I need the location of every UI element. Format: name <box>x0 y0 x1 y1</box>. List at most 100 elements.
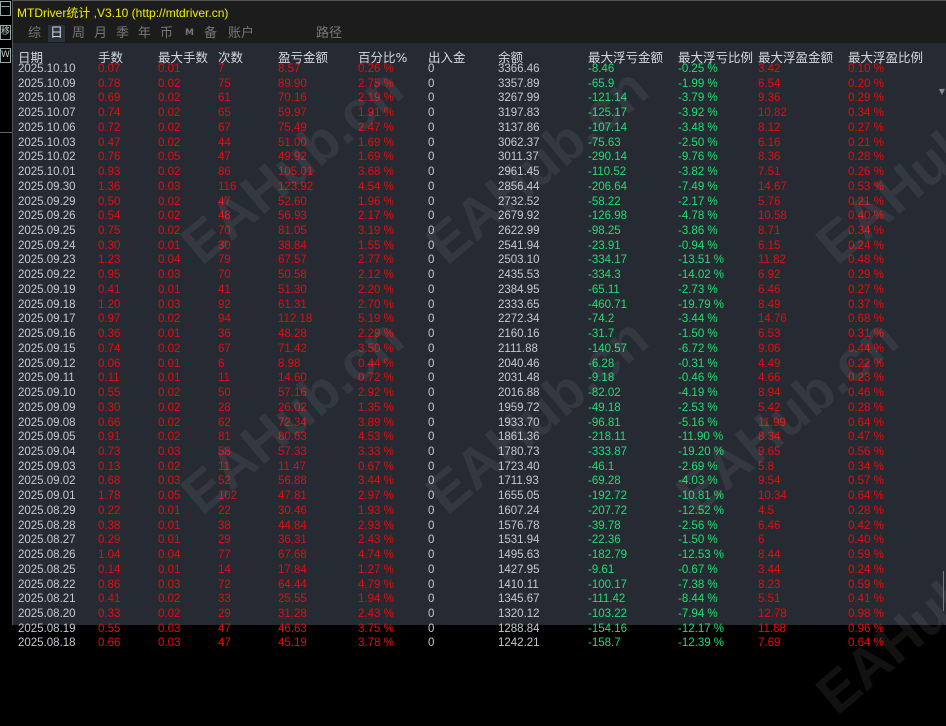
cell-balance: 3011.37 <box>498 151 539 164</box>
table-row[interactable]: 2025.09.29 0.50 0.02 47 52.60 1.96 % 0 2732.52 -… <box>13 195 933 209</box>
table-row[interactable]: 2025.09.02 0.68 0.03 52 56.88 3.44 % 0 1711.93 -… <box>13 474 933 488</box>
tab-path[interactable]: 路径 <box>314 25 344 42</box>
table-row[interactable]: 2025.08.29 0.22 0.01 22 30.46 1.93 % 0 1607.24 -… <box>13 504 933 518</box>
left-button-1[interactable]: 一 <box>0 1 11 16</box>
mtdriver-stats-window: MTDriver统计 ,V3.10 (http://mtdriver.cn) 综… <box>12 0 946 726</box>
table-row[interactable]: 2025.09.03 0.13 0.02 11 11.47 0.67 % 0 1723.40 -… <box>13 460 933 474</box>
cell-max-floating-loss: -65.11 <box>588 283 620 296</box>
table-row[interactable]: 2025.09.19 0.41 0.01 41 51.30 2.20 % 0 2384.95 -… <box>13 283 933 297</box>
tab-backup[interactable]: 备 <box>202 25 219 42</box>
cell-profit: 75.49 <box>278 121 307 134</box>
table-row[interactable]: 2025.09.22 0.95 0.03 70 50.58 2.12 % 0 2435.53 -… <box>13 268 933 282</box>
cell-trades: 28 <box>218 401 231 414</box>
cell-trades: 79 <box>218 254 231 267</box>
cell-balance: 3197.83 <box>498 107 540 120</box>
cell-max-floating-profit: 9.65 <box>758 445 781 458</box>
cell-max-floating-loss-ratio: -5.16 % <box>678 416 718 429</box>
table-row[interactable]: 2025.09.26 0.54 0.02 48 56.93 2.17 % 0 2679.92 -… <box>13 209 933 223</box>
cell-percent: 5.19 % <box>358 313 394 326</box>
table-row[interactable]: 2025.09.15 0.74 0.02 67 71.42 3.50 % 0 2111.88 -… <box>13 342 933 356</box>
cell-lots: 0.29 <box>98 534 121 547</box>
cell-percent: 3.89 % <box>358 416 394 429</box>
table-row[interactable]: 2025.09.01 1.78 0.05 102 47.81 2.97 % 0 1655.05… <box>13 489 933 503</box>
table-row[interactable]: 2025.10.09 0.78 0.02 75 89.90 2.75 % 0 3357.89 -… <box>13 77 933 91</box>
table-row[interactable]: 2025.09.18 1.20 0.03 92 61.31 2.70 % 0 2333.65 -… <box>13 298 933 312</box>
tab-year[interactable]: 年 <box>136 25 153 42</box>
cell-deposit-withdrawal: 0 <box>428 357 435 370</box>
table-row[interactable]: 2025.09.25 0.75 0.02 70 81.05 3.19 % 0 2622.99 -… <box>13 224 933 238</box>
tab-month[interactable]: 月 <box>92 25 109 42</box>
table-row[interactable]: 2025.09.17 0.97 0.02 94 112.18 5.19 % 0 2272.34… <box>13 312 933 326</box>
cell-max-floating-profit: 8.23 <box>758 578 781 591</box>
table-row[interactable]: 2025.09.12 0.06 0.01 6 8.98 0.44 % 0 2040.46 -6.… <box>13 357 933 371</box>
cell-percent: 1.55 % <box>358 239 394 252</box>
tab-account[interactable]: 账户 <box>226 25 256 42</box>
table-row[interactable]: 2025.09.08 0.66 0.02 62 72.34 3.89 % 0 1933.70 -… <box>13 416 933 430</box>
cell-trades: 36 <box>218 328 231 341</box>
table-row[interactable]: 2025.08.27 0.29 0.01 29 36.31 2.43 % 0 1531.94 -… <box>13 533 933 547</box>
tab-m[interactable]: M <box>183 25 196 42</box>
table-row[interactable]: 2025.09.10 0.55 0.02 50 57.16 2.92 % 0 2016.88 -… <box>13 386 933 400</box>
table-row[interactable]: 2025.09.11 0.11 0.01 11 14.60 0.72 % 0 2031.48 -… <box>13 371 933 385</box>
table-row[interactable]: 2025.10.01 0.93 0.02 86 105.01 3.68 % 0 2961.45… <box>13 165 933 179</box>
cell-deposit-withdrawal: 0 <box>428 166 435 179</box>
table-row[interactable]: 2025.08.28 0.38 0.01 38 44.84 2.93 % 0 1576.78 -… <box>13 519 933 533</box>
table-row[interactable]: 2025.10.06 0.72 0.02 67 75.49 2.47 % 0 3137.86 -… <box>13 121 933 135</box>
table-row[interactable]: 2025.08.25 0.14 0.01 14 17.84 1.27 % 0 1427.95 -… <box>13 563 933 577</box>
cell-max-floating-loss-ratio: -11.90 % <box>678 431 724 444</box>
cell-max-floating-profit-ratio: 0.28 % <box>848 504 884 517</box>
cell-balance: 3062.37 <box>498 136 540 149</box>
table-row[interactable]: 2025.09.09 0.30 0.02 28 26.02 1.35 % 0 1959.72 -… <box>13 401 933 415</box>
table-row[interactable]: 2025.09.23 1.23 0.04 79 67.57 2.77 % 0 2503.10 -… <box>13 253 933 267</box>
tab-summary[interactable]: 综 <box>26 25 43 42</box>
cell-max-floating-loss-ratio: -13.51 % <box>678 254 725 267</box>
cell-date: 2025.08.29 <box>18 504 76 517</box>
cell-lots: 0.78 <box>98 77 121 90</box>
table-row[interactable]: 2025.08.20 0.33 0.02 29 31.28 2.43 % 0 1320.12 -… <box>13 607 933 621</box>
daily-stats-table: 日期 手数 最大手数 次数 盈亏金额 百分比% 出入金 余额 最大浮亏金额 最大浮亏比例 最大浮盈金… <box>13 43 946 726</box>
table-row[interactable]: 2025.08.26 1.04 0.04 77 67.68 4.74 % 0 1495.63 -… <box>13 548 933 562</box>
tab-week[interactable]: 周 <box>70 25 87 42</box>
cell-date: 2025.10.01 <box>18 166 76 179</box>
cell-max-floating-loss: -46.1 <box>588 460 615 473</box>
table-row[interactable]: 2025.09.04 0.73 0.03 58 57.33 3.33 % 0 1780.73 -… <box>13 445 933 459</box>
cell-max-floating-profit: 11.99 <box>758 416 786 429</box>
cell-max-lots: 0.02 <box>158 121 181 134</box>
cell-balance: 2384.95 <box>498 283 540 296</box>
table-row[interactable]: 2025.08.21 0.41 0.02 33 25.55 1.94 % 0 1345.67 -… <box>13 592 933 606</box>
cell-max-floating-profit: 11.82 <box>758 254 786 267</box>
table-row[interactable]: 2025.09.16 0.36 0.01 36 48.28 2.29 % 0 2160.16 -… <box>13 327 933 341</box>
tab-day[interactable]: 日 <box>48 25 66 42</box>
cell-max-floating-profit-ratio: 0.28 % <box>848 401 884 414</box>
tab-currency[interactable]: 币 <box>158 25 175 42</box>
cell-max-lots: 0.03 <box>158 475 181 488</box>
cell-max-floating-profit-ratio: 0.68 % <box>848 313 884 326</box>
left-button-3[interactable]: W <box>0 48 11 63</box>
table-row[interactable]: 2025.08.22 0.86 0.03 72 64.44 4.79 % 0 1410.11 -… <box>13 578 933 592</box>
cell-balance: 2622.99 <box>498 225 540 238</box>
cell-deposit-withdrawal: 0 <box>428 578 435 591</box>
table-row[interactable]: 2025.10.08 0.69 0.02 61 70.16 2.19 % 0 3267.99 -… <box>13 91 933 105</box>
cell-max-lots: 0.01 <box>158 357 181 370</box>
table-row[interactable]: 2025.10.10 0.07 0.01 7 8.57 0.26 % 0 3366.46 -8.… <box>13 62 933 76</box>
cell-max-floating-profit-ratio: 0.44 % <box>848 342 884 355</box>
cell-max-lots: 0.02 <box>158 225 181 238</box>
table-row[interactable]: 2025.10.02 0.76 0.05 47 49.92 1.69 % 0 3011.37 -… <box>13 150 933 164</box>
table-row[interactable]: 2025.08.18 0.66 0.03 47 45.19 3.78 % 0 1242.21 -… <box>13 636 933 650</box>
tab-quarter[interactable]: 季 <box>114 25 131 42</box>
cell-max-floating-profit-ratio: 0.59 % <box>848 549 884 562</box>
cell-profit: 47.81 <box>278 490 307 503</box>
cell-trades: 81 <box>218 431 231 444</box>
table-row[interactable]: 2025.09.30 1.36 0.03 116 123.92 4.54 % 0 2856.4… <box>13 180 933 194</box>
cell-deposit-withdrawal: 0 <box>428 313 435 326</box>
cell-lots: 0.86 <box>98 578 121 591</box>
table-row[interactable]: 2025.09.24 0.30 0.01 30 38.84 1.55 % 0 2541.94 -… <box>13 239 933 253</box>
table-row[interactable]: 2025.10.07 0.74 0.02 65 59.97 1.91 % 0 3197.83 -… <box>13 106 933 120</box>
table-row[interactable]: 2025.09.05 0.91 0.02 81 80.63 4.53 % 0 1861.36 -… <box>13 430 933 444</box>
left-button-2[interactable]: 移 <box>0 25 11 40</box>
cell-balance: 1723.40 <box>498 460 540 473</box>
table-row[interactable]: 2025.10.03 0.47 0.02 44 51.00 1.69 % 0 3062.37 -… <box>13 136 933 150</box>
cell-max-lots: 0.02 <box>158 608 181 620</box>
scroll-down-arrow-icon[interactable]: ▼ <box>939 87 945 96</box>
cell-balance: 3137.86 <box>498 121 540 134</box>
